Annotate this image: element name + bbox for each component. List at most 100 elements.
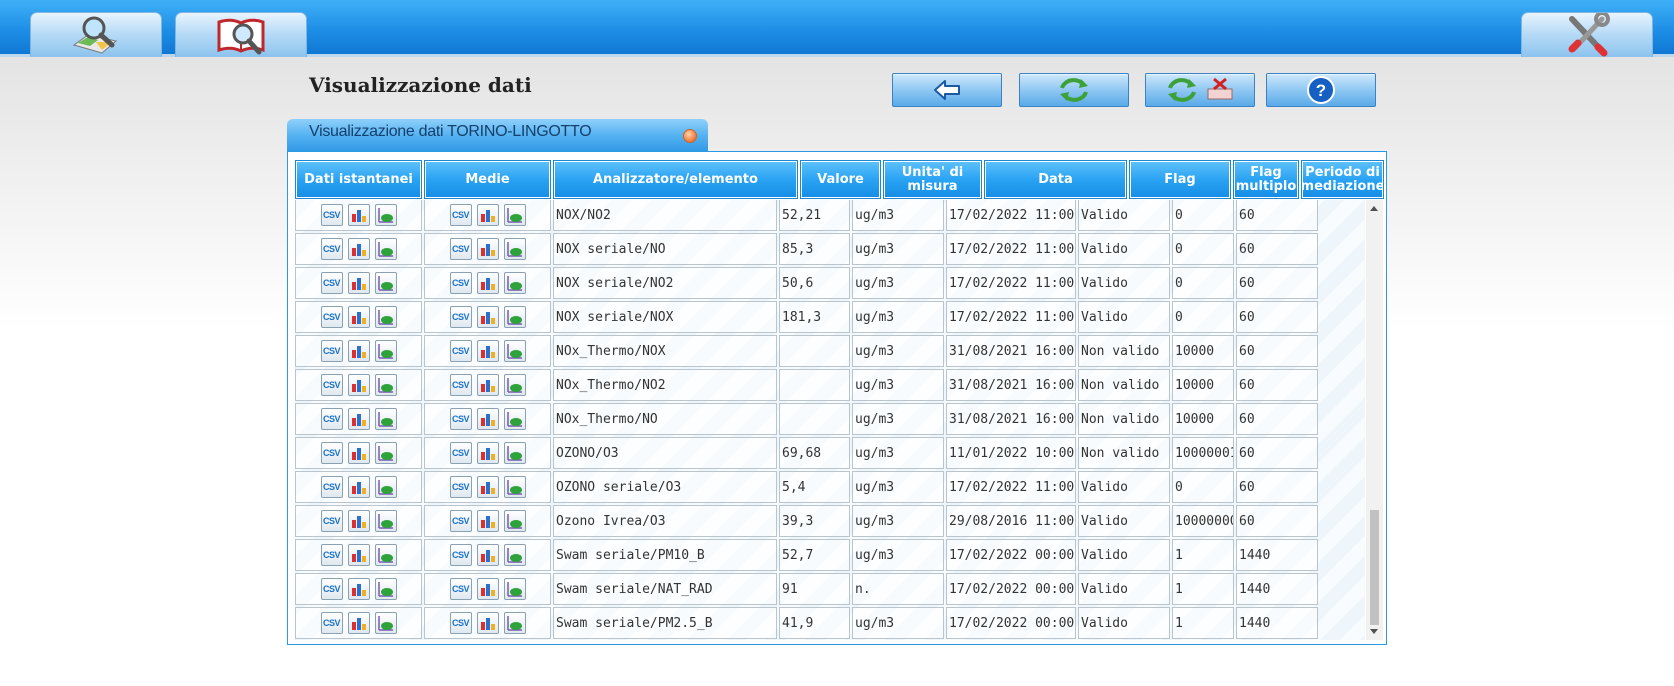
help-button[interactable]: ?: [1266, 73, 1376, 107]
chart-icon[interactable]: [347, 544, 370, 566]
chart-icon[interactable]: [476, 238, 499, 260]
chart-icon[interactable]: [347, 306, 370, 328]
graph-icon[interactable]: [374, 578, 397, 600]
chart-icon[interactable]: [347, 340, 370, 362]
graph-icon[interactable]: [503, 442, 526, 464]
refresh-button[interactable]: [1019, 73, 1129, 107]
graph-icon[interactable]: [374, 408, 397, 430]
graph-icon[interactable]: [503, 408, 526, 430]
cell-flag-multi: 10000000: [1172, 505, 1234, 537]
graph-icon[interactable]: [503, 612, 526, 634]
csv-icon[interactable]: CSV: [320, 544, 343, 566]
csv-icon[interactable]: CSV: [449, 306, 472, 328]
chart-icon[interactable]: [347, 374, 370, 396]
csv-icon[interactable]: CSV: [320, 510, 343, 532]
csv-icon[interactable]: CSV: [449, 272, 472, 294]
graph-icon[interactable]: [374, 306, 397, 328]
csv-icon[interactable]: CSV: [320, 306, 343, 328]
graph-icon[interactable]: [374, 544, 397, 566]
search-map-button[interactable]: [30, 12, 162, 57]
cell-date: 31/08/2021 16:00: [946, 369, 1076, 401]
graph-icon[interactable]: [503, 204, 526, 226]
chart-icon[interactable]: [347, 578, 370, 600]
chart-icon[interactable]: [476, 272, 499, 294]
scroll-up-arrow[interactable]: [1370, 206, 1378, 211]
chart-icon[interactable]: [347, 204, 370, 226]
csv-icon[interactable]: CSV: [449, 340, 472, 362]
chart-icon[interactable]: [476, 374, 499, 396]
csv-icon[interactable]: CSV: [320, 442, 343, 464]
csv-icon[interactable]: CSV: [449, 476, 472, 498]
csv-icon[interactable]: CSV: [320, 238, 343, 260]
csv-icon[interactable]: CSV: [320, 612, 343, 634]
csv-icon[interactable]: CSV: [449, 544, 472, 566]
graph-icon[interactable]: [503, 272, 526, 294]
chart-icon[interactable]: [476, 476, 499, 498]
cell-value: 181,3: [779, 301, 850, 333]
csv-icon-label: CSV: [451, 584, 470, 594]
csv-icon[interactable]: CSV: [449, 374, 472, 396]
csv-icon[interactable]: CSV: [449, 408, 472, 430]
chart-icon[interactable]: [347, 408, 370, 430]
csv-icon[interactable]: CSV: [320, 340, 343, 362]
csv-icon[interactable]: CSV: [449, 204, 472, 226]
chart-icon[interactable]: [347, 272, 370, 294]
chart-icon[interactable]: [476, 442, 499, 464]
chart-icon[interactable]: [347, 442, 370, 464]
chart-icon[interactable]: [476, 544, 499, 566]
csv-icon[interactable]: CSV: [449, 578, 472, 600]
csv-icon[interactable]: CSV: [320, 408, 343, 430]
graph-icon[interactable]: [503, 340, 526, 362]
graph-icon[interactable]: [374, 476, 397, 498]
csv-icon[interactable]: CSV: [320, 272, 343, 294]
dati-istantanei-cell: CSV: [295, 471, 422, 503]
graph-icon[interactable]: [503, 476, 526, 498]
graph-icon[interactable]: [503, 238, 526, 260]
graph-icon[interactable]: [503, 374, 526, 396]
chart-icon[interactable]: [476, 510, 499, 532]
chart-icon[interactable]: [347, 612, 370, 634]
scroll-thumb[interactable]: [1370, 510, 1379, 625]
graph-icon[interactable]: [374, 442, 397, 464]
graph-icon[interactable]: [374, 374, 397, 396]
csv-icon[interactable]: CSV: [449, 612, 472, 634]
refresh-clear-button[interactable]: [1145, 73, 1255, 107]
cell-flag-multi: 1: [1172, 573, 1234, 605]
search-book-button[interactable]: [175, 12, 307, 57]
csv-icon[interactable]: CSV: [320, 374, 343, 396]
graph-icon[interactable]: [374, 272, 397, 294]
cell-flag: Valido: [1078, 573, 1170, 605]
graph-icon[interactable]: [374, 510, 397, 532]
chart-icon[interactable]: [476, 340, 499, 362]
graph-icon[interactable]: [374, 612, 397, 634]
graph-icon[interactable]: [503, 544, 526, 566]
tools-button[interactable]: [1521, 12, 1653, 57]
chart-icon[interactable]: [476, 612, 499, 634]
chart-icon[interactable]: [476, 408, 499, 430]
graph-icon[interactable]: [503, 578, 526, 600]
csv-icon[interactable]: CSV: [449, 442, 472, 464]
cell-value: 85,3: [779, 233, 850, 265]
chart-icon[interactable]: [347, 510, 370, 532]
chart-icon[interactable]: [476, 578, 499, 600]
csv-icon[interactable]: CSV: [320, 578, 343, 600]
panel-close-dot[interactable]: [683, 129, 697, 143]
scroll-down-arrow[interactable]: [1370, 629, 1378, 634]
csv-icon[interactable]: CSV: [320, 204, 343, 226]
csv-icon-label: CSV: [322, 346, 341, 356]
back-button[interactable]: [892, 73, 1002, 107]
chart-icon[interactable]: [347, 238, 370, 260]
csv-icon[interactable]: CSV: [320, 476, 343, 498]
cell-date: 31/08/2021 16:00: [946, 335, 1076, 367]
chart-icon[interactable]: [476, 204, 499, 226]
chart-icon[interactable]: [476, 306, 499, 328]
csv-icon[interactable]: CSV: [449, 238, 472, 260]
graph-icon[interactable]: [503, 306, 526, 328]
chart-icon[interactable]: [347, 476, 370, 498]
graph-icon[interactable]: [503, 510, 526, 532]
vertical-scrollbar[interactable]: [1366, 200, 1383, 640]
graph-icon[interactable]: [374, 204, 397, 226]
csv-icon[interactable]: CSV: [449, 510, 472, 532]
graph-icon[interactable]: [374, 340, 397, 362]
graph-icon[interactable]: [374, 238, 397, 260]
